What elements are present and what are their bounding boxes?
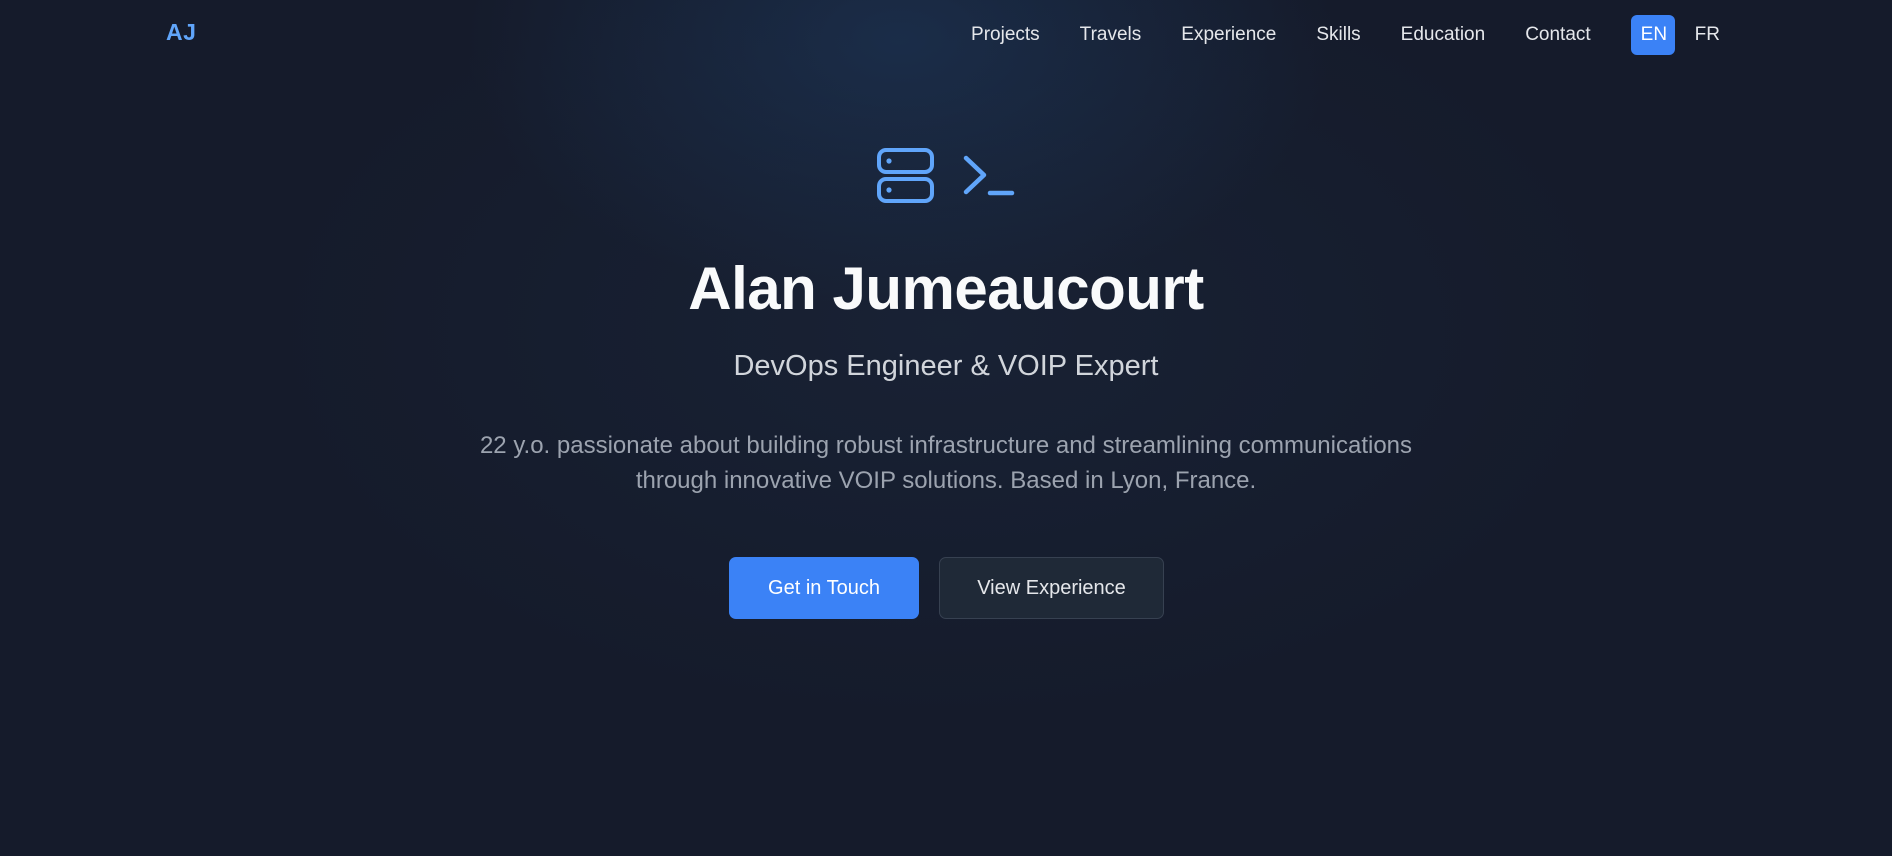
- hero-icons: [876, 146, 1016, 206]
- nav-link-projects[interactable]: Projects: [971, 24, 1040, 46]
- language-switcher: EN FR: [1630, 15, 1730, 55]
- logo[interactable]: AJ: [166, 19, 196, 46]
- hero-name: Alan Jumeaucourt: [688, 255, 1204, 322]
- hero-actions: Get in Touch View Experience: [729, 557, 1164, 619]
- hero-role: DevOps Engineer & VOIP Expert: [733, 350, 1159, 382]
- server-icon: [877, 148, 934, 203]
- nav-link-travels[interactable]: Travels: [1080, 24, 1142, 46]
- nav-link-skills[interactable]: Skills: [1316, 24, 1360, 46]
- terminal-icon: [963, 155, 1015, 196]
- nav-links: Projects Travels Experience Skills Educa…: [971, 14, 1730, 56]
- get-in-touch-button[interactable]: Get in Touch: [729, 557, 919, 619]
- hero-description: 22 y.o. passionate about building robust…: [479, 432, 1413, 494]
- language-button-en[interactable]: EN: [1630, 15, 1675, 55]
- nav-link-education[interactable]: Education: [1401, 24, 1486, 46]
- nav-link-contact[interactable]: Contact: [1525, 24, 1590, 46]
- nav-link-experience[interactable]: Experience: [1181, 24, 1276, 46]
- view-experience-button[interactable]: View Experience: [939, 557, 1164, 619]
- top-navigation: AJ Projects Travels Experience Skills Ed…: [0, 0, 1892, 72]
- language-button-fr[interactable]: FR: [1685, 15, 1730, 55]
